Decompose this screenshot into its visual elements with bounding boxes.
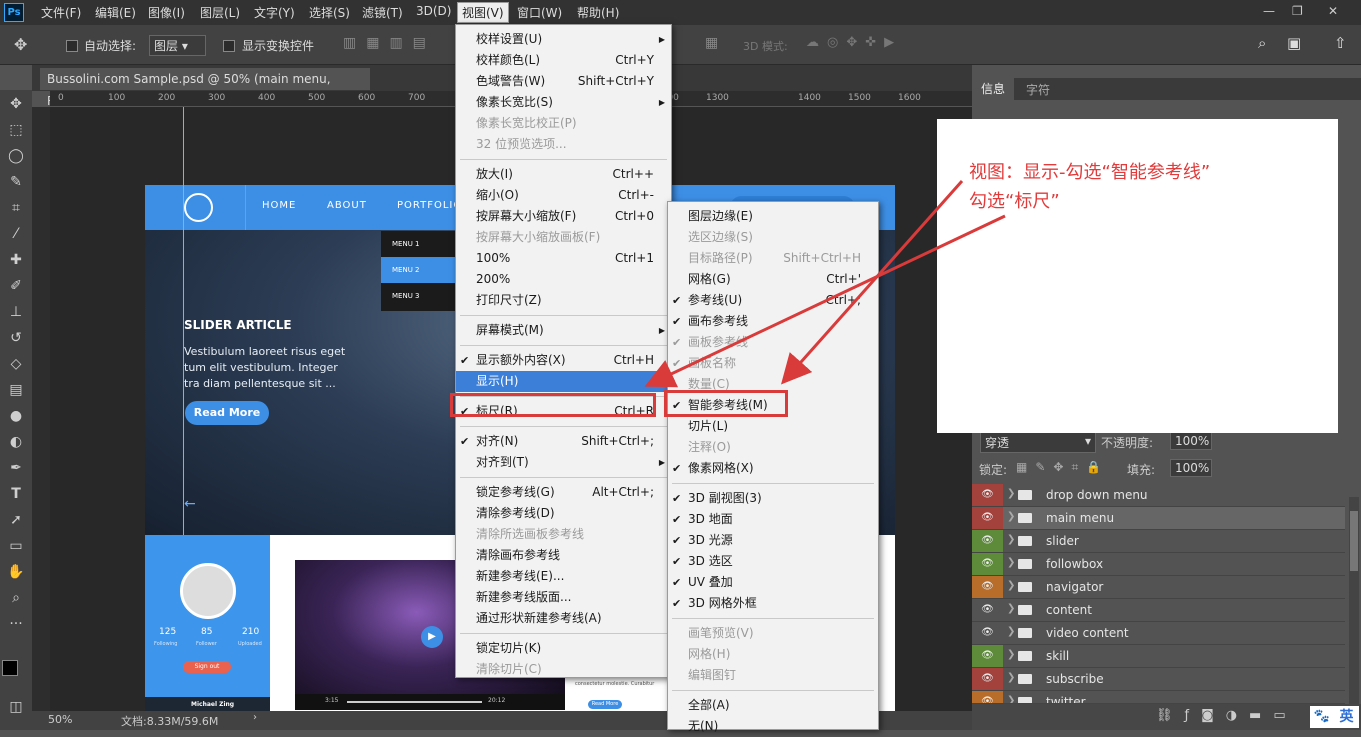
arrow-to-show (644, 214, 1006, 388)
annotation-arrows (644, 180, 1006, 388)
arrow-to-smart-guides (781, 180, 964, 385)
